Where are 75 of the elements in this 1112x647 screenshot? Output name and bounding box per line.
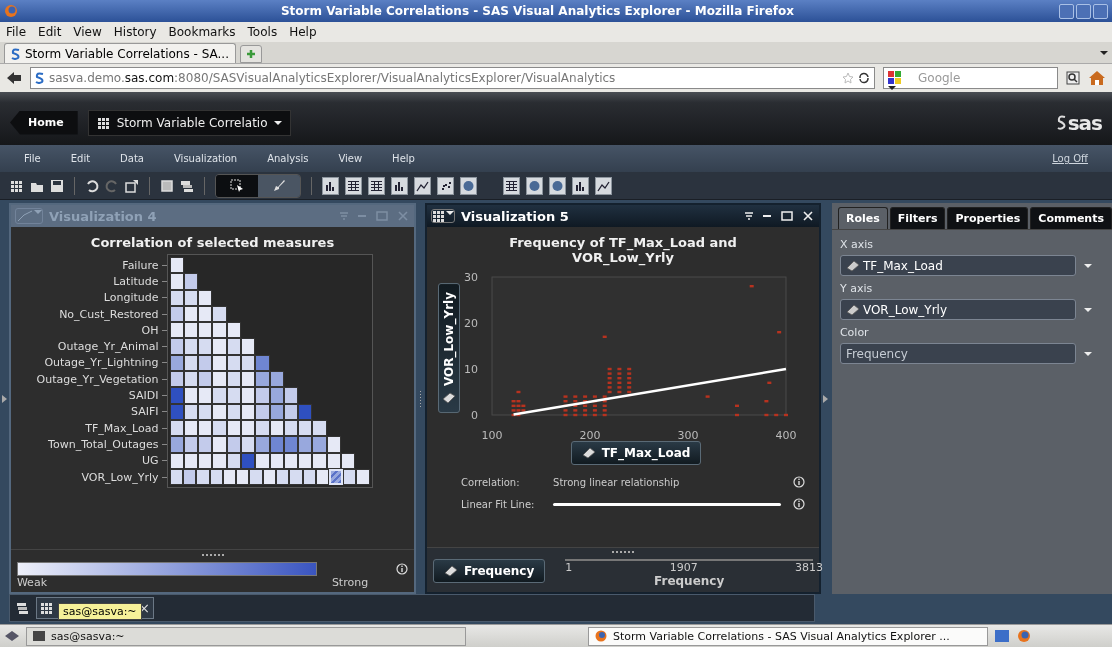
legend-tick-label: 3813 (795, 561, 824, 574)
taskbar-button[interactable]: sas@sasva:~ (26, 626, 466, 646)
y-axis-title: VOR_Low_Yrly (441, 292, 456, 387)
row-label: TF_Max_Load (85, 421, 159, 435)
panel-title: Visualization 5 (461, 208, 569, 224)
report-dropdown[interactable]: Storm Variable Correlatio (87, 109, 291, 136)
url-text: sasva.demo.sas.com:8080/SASVisualAnalyticsExplorer/VisualAnalyticsExplorer/VisualAnalytics (49, 71, 616, 85)
browser-tab[interactable]: Storm Variable Correlations - SA... (4, 43, 236, 63)
panel-tab[interactable]: Roles (837, 207, 888, 229)
row-label: SAIFI (131, 405, 159, 419)
tooltip: sas@sasva:~ (58, 603, 142, 620)
x-axis-button[interactable]: TF_Max_Load (570, 441, 702, 465)
row-label: Outage_Yr_Vegetation (36, 372, 159, 386)
field-label: Y axis (839, 282, 874, 295)
row-label: Outage_Yr_Lightning (44, 356, 159, 370)
stat-label: Linear Fit Line: (461, 498, 536, 510)
panel-tab[interactable]: Comments (1030, 207, 1112, 229)
menu-item[interactable]: Bookmarks (168, 25, 236, 39)
legend-label: Weak (16, 576, 47, 589)
home-button[interactable]: Home (10, 110, 78, 135)
axis-tick-label: 400 (775, 429, 797, 441)
color-role-button[interactable]: Frequency (433, 559, 546, 583)
menu-item[interactable]: View (338, 153, 363, 164)
legend-label: Strong (331, 576, 369, 589)
menu-item[interactable]: View (73, 25, 102, 39)
log-off-link[interactable]: Log Off (1052, 153, 1088, 164)
address-field[interactable]: sasva.demo.sas.com:8080/SASVisualAnalyticsExplorer/VisualAnalyticsExplorer/VisualAnalytics (30, 67, 875, 89)
row-label: UG (141, 454, 159, 468)
role-dropdown[interactable]: Frequency (839, 343, 1076, 364)
row-label: Town_Total_Outages (48, 437, 159, 451)
menu-item[interactable]: Visualization (174, 153, 238, 164)
role-dropdown[interactable]: TF_Max_Load (839, 255, 1076, 276)
y-axis-button[interactable]: VOR_Low_Yrly (437, 283, 460, 414)
menu-item[interactable]: Edit (38, 25, 62, 39)
x-axis-title: TF_Max_Load (601, 446, 691, 460)
axis-tick-label: 200 (579, 429, 601, 441)
legend-tick-label: 1 (565, 561, 573, 574)
panel-tab[interactable]: Filters (889, 207, 946, 229)
menu-item[interactable]: Data (120, 153, 144, 164)
menu-item[interactable]: Analysis (267, 153, 309, 164)
axis-tick-label: 30 (463, 271, 478, 284)
chart-title: Correlation of selected measures (89, 234, 336, 252)
row-label: Latitude (113, 274, 159, 288)
taskbar-button[interactable]: Storm Variable Correlations - SAS Visual Analytics Explorer ... (588, 626, 988, 646)
row-label: Failure (122, 258, 159, 272)
axis-tick-label: 0 (470, 409, 478, 422)
axis-tick-label: 20 (463, 317, 478, 330)
row-label: SAIDI (128, 389, 159, 402)
panel-tab[interactable]: Properties (947, 207, 1029, 229)
chart-title: Frequency of TF_Max_Load and VOR_Low_Yrly (508, 234, 738, 268)
axis-tick-label: 10 (463, 363, 478, 376)
axis-tick-label: 100 (481, 429, 503, 441)
search-field[interactable]: Google (883, 67, 1058, 89)
menu-item[interactable]: History (113, 25, 157, 39)
menu-item[interactable]: Tools (247, 25, 278, 39)
axis-tick-label: 300 (677, 429, 699, 441)
field-label: X axis (839, 238, 874, 251)
stat-value: Strong linear relationship (553, 476, 681, 488)
menu-item[interactable]: Edit (70, 153, 91, 164)
legend-title: Frequency (654, 574, 725, 588)
legend-tick-label: 1907 (669, 561, 698, 574)
field-label: Color (839, 326, 870, 339)
role-dropdown[interactable]: VOR_Low_Yrly (839, 299, 1076, 320)
row-label: Outage_Yr_Animal (57, 340, 159, 354)
row-label: OH (141, 323, 159, 337)
row-label: No_Cust_Restored (59, 307, 159, 321)
window-title: Storm Variable Correlations - SAS Visual Analytics Explorer - Mozilla Firefox (279, 4, 796, 18)
menu-item[interactable]: Help (289, 25, 317, 39)
menu-item[interactable]: Help (392, 153, 415, 164)
menu-item[interactable]: File (6, 25, 27, 39)
row-label: Longitude (103, 291, 159, 305)
stat-label: Correlation: (461, 476, 521, 488)
sas-logo: sas (1067, 110, 1102, 135)
menu-item[interactable]: File (24, 153, 41, 164)
row-label: VOR_Low_Yrly (81, 470, 159, 484)
